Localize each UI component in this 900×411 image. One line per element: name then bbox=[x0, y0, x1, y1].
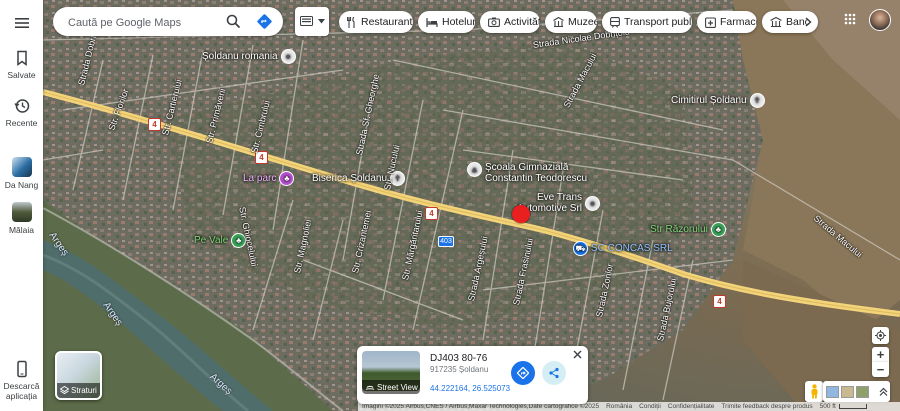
school-icon: ▲ bbox=[467, 162, 482, 177]
country-link[interactable]: România bbox=[606, 403, 632, 410]
hotel-icon bbox=[426, 17, 438, 27]
recent-place-thumbnail bbox=[11, 202, 32, 222]
location-address: 917235 Șoldanu bbox=[430, 365, 489, 374]
layers-icon bbox=[60, 386, 69, 395]
sidebar-item-malaia[interactable]: Mălaia bbox=[0, 202, 43, 235]
shopping-cart-icon: ⛟ bbox=[573, 241, 588, 256]
sidebar: Salvate Recente Da Nang Mălaia Descarcă … bbox=[0, 0, 43, 411]
camera-icon bbox=[488, 17, 500, 27]
directions-button[interactable] bbox=[511, 361, 535, 385]
search-icon[interactable] bbox=[226, 14, 241, 29]
chip-activities[interactable]: Activități bbox=[480, 11, 540, 33]
pharmacy-icon bbox=[705, 16, 716, 28]
museum-icon bbox=[553, 17, 564, 27]
chevron-down-icon bbox=[318, 19, 325, 24]
terrain-thumbnail[interactable] bbox=[841, 385, 854, 398]
selected-location-marker[interactable] bbox=[512, 205, 530, 223]
input-tools-button[interactable] bbox=[295, 7, 329, 36]
chip-hotels[interactable]: Hoteluri bbox=[418, 11, 475, 33]
park-icon: ♣ bbox=[279, 171, 295, 186]
transit-icon bbox=[610, 16, 620, 28]
sidebar-item-download-app[interactable]: Descarcă aplicația bbox=[0, 360, 43, 401]
place-pin-icon: ● bbox=[280, 49, 296, 64]
location-info-card: Street View DJ403 80-76 917235 Șoldanu 4… bbox=[357, 346, 588, 404]
recent-place-thumbnail bbox=[11, 157, 32, 177]
bookmark-icon bbox=[16, 50, 27, 66]
share-icon bbox=[549, 367, 559, 379]
privacy-link[interactable]: Confidențialitate bbox=[668, 403, 715, 410]
poi-scoala-gimnaziala[interactable]: ▲ Școala Gimnazială Constantin Teodoresc… bbox=[467, 162, 587, 184]
poi-str-razorului[interactable]: Str Răzorului ♣ bbox=[650, 222, 726, 237]
layers-button[interactable]: Straturi bbox=[55, 351, 102, 400]
restaurant-icon bbox=[347, 16, 355, 28]
my-location-icon bbox=[875, 330, 886, 341]
zoom-out-button[interactable]: − bbox=[872, 362, 889, 377]
avatar[interactable] bbox=[869, 9, 891, 31]
poi-soldanu-romania[interactable]: Șoldanu romania ● bbox=[202, 49, 296, 64]
cemetery-icon: ✝ bbox=[749, 93, 765, 108]
feedback-link[interactable]: Trimite feedback despre produs bbox=[721, 403, 812, 410]
poi-cimitirul-soldanu[interactable]: Cimitirul Șoldanu ✝ bbox=[671, 93, 765, 108]
pegman-icon bbox=[811, 384, 817, 399]
chevron-right-icon[interactable] bbox=[805, 17, 812, 27]
my-location-button[interactable] bbox=[872, 327, 889, 344]
chip-banks[interactable]: Banc bbox=[762, 11, 818, 33]
expand-icon[interactable] bbox=[879, 387, 888, 396]
chip-pharmacies[interactable]: Farmacii bbox=[697, 11, 757, 33]
park-icon: ♣ bbox=[710, 222, 726, 237]
phone-icon bbox=[16, 360, 27, 378]
poi-pe-vale[interactable]: Pe Vale ♣ bbox=[194, 233, 247, 248]
pegman-button[interactable] bbox=[805, 381, 823, 402]
route-shield: 4 bbox=[425, 207, 438, 220]
poi-sc-concas[interactable]: ⛟ SC CONCAS SRL bbox=[573, 241, 673, 256]
chip-museums[interactable]: Muzee bbox=[545, 11, 597, 33]
map-type-strip[interactable] bbox=[823, 381, 890, 402]
share-button[interactable] bbox=[542, 361, 566, 385]
bank-icon bbox=[770, 17, 782, 27]
terms-link[interactable]: Condiții bbox=[639, 403, 661, 410]
street-view-icon bbox=[365, 385, 375, 390]
sidebar-item-saved[interactable]: Salvate bbox=[0, 49, 43, 80]
keyboard-icon bbox=[300, 16, 313, 26]
chip-restaurants[interactable]: Restaurante bbox=[339, 11, 413, 33]
menu-button[interactable] bbox=[0, 14, 43, 35]
directions-icon bbox=[517, 367, 529, 379]
search-box bbox=[53, 7, 283, 38]
apps-grid-icon[interactable] bbox=[844, 13, 856, 25]
scale-bar[interactable]: 500 ft bbox=[820, 403, 867, 410]
route-shield: 4 bbox=[148, 118, 161, 131]
route-badge: 403 bbox=[438, 236, 454, 247]
location-coordinates[interactable]: 44.222164, 26.525073 bbox=[430, 384, 510, 393]
poi-la-parc[interactable]: La parc ♣ bbox=[243, 171, 295, 186]
map-thumbnail[interactable] bbox=[826, 385, 839, 398]
chip-public-transport[interactable]: Transport public bbox=[602, 11, 692, 33]
route-shield: 4 bbox=[713, 295, 726, 308]
street-view-label[interactable]: Street View bbox=[362, 380, 420, 394]
satellite-thumbnail[interactable] bbox=[856, 385, 869, 398]
sidebar-item-da-nang[interactable]: Da Nang bbox=[0, 157, 43, 190]
imagery-credit: Imagini ©2025 Airbus,CNES / Airbus,Maxar… bbox=[362, 403, 600, 410]
car-repair-icon: ● bbox=[585, 195, 601, 211]
zoom-in-button[interactable]: + bbox=[872, 347, 889, 362]
search-input[interactable] bbox=[66, 7, 220, 38]
sidebar-item-recent[interactable]: Recente bbox=[0, 97, 43, 128]
history-icon bbox=[13, 99, 29, 113]
hamburger-menu-icon bbox=[14, 18, 29, 28]
directions-icon[interactable] bbox=[256, 13, 273, 30]
location-title: DJ403 80-76 bbox=[430, 353, 488, 364]
close-icon[interactable] bbox=[573, 350, 582, 359]
